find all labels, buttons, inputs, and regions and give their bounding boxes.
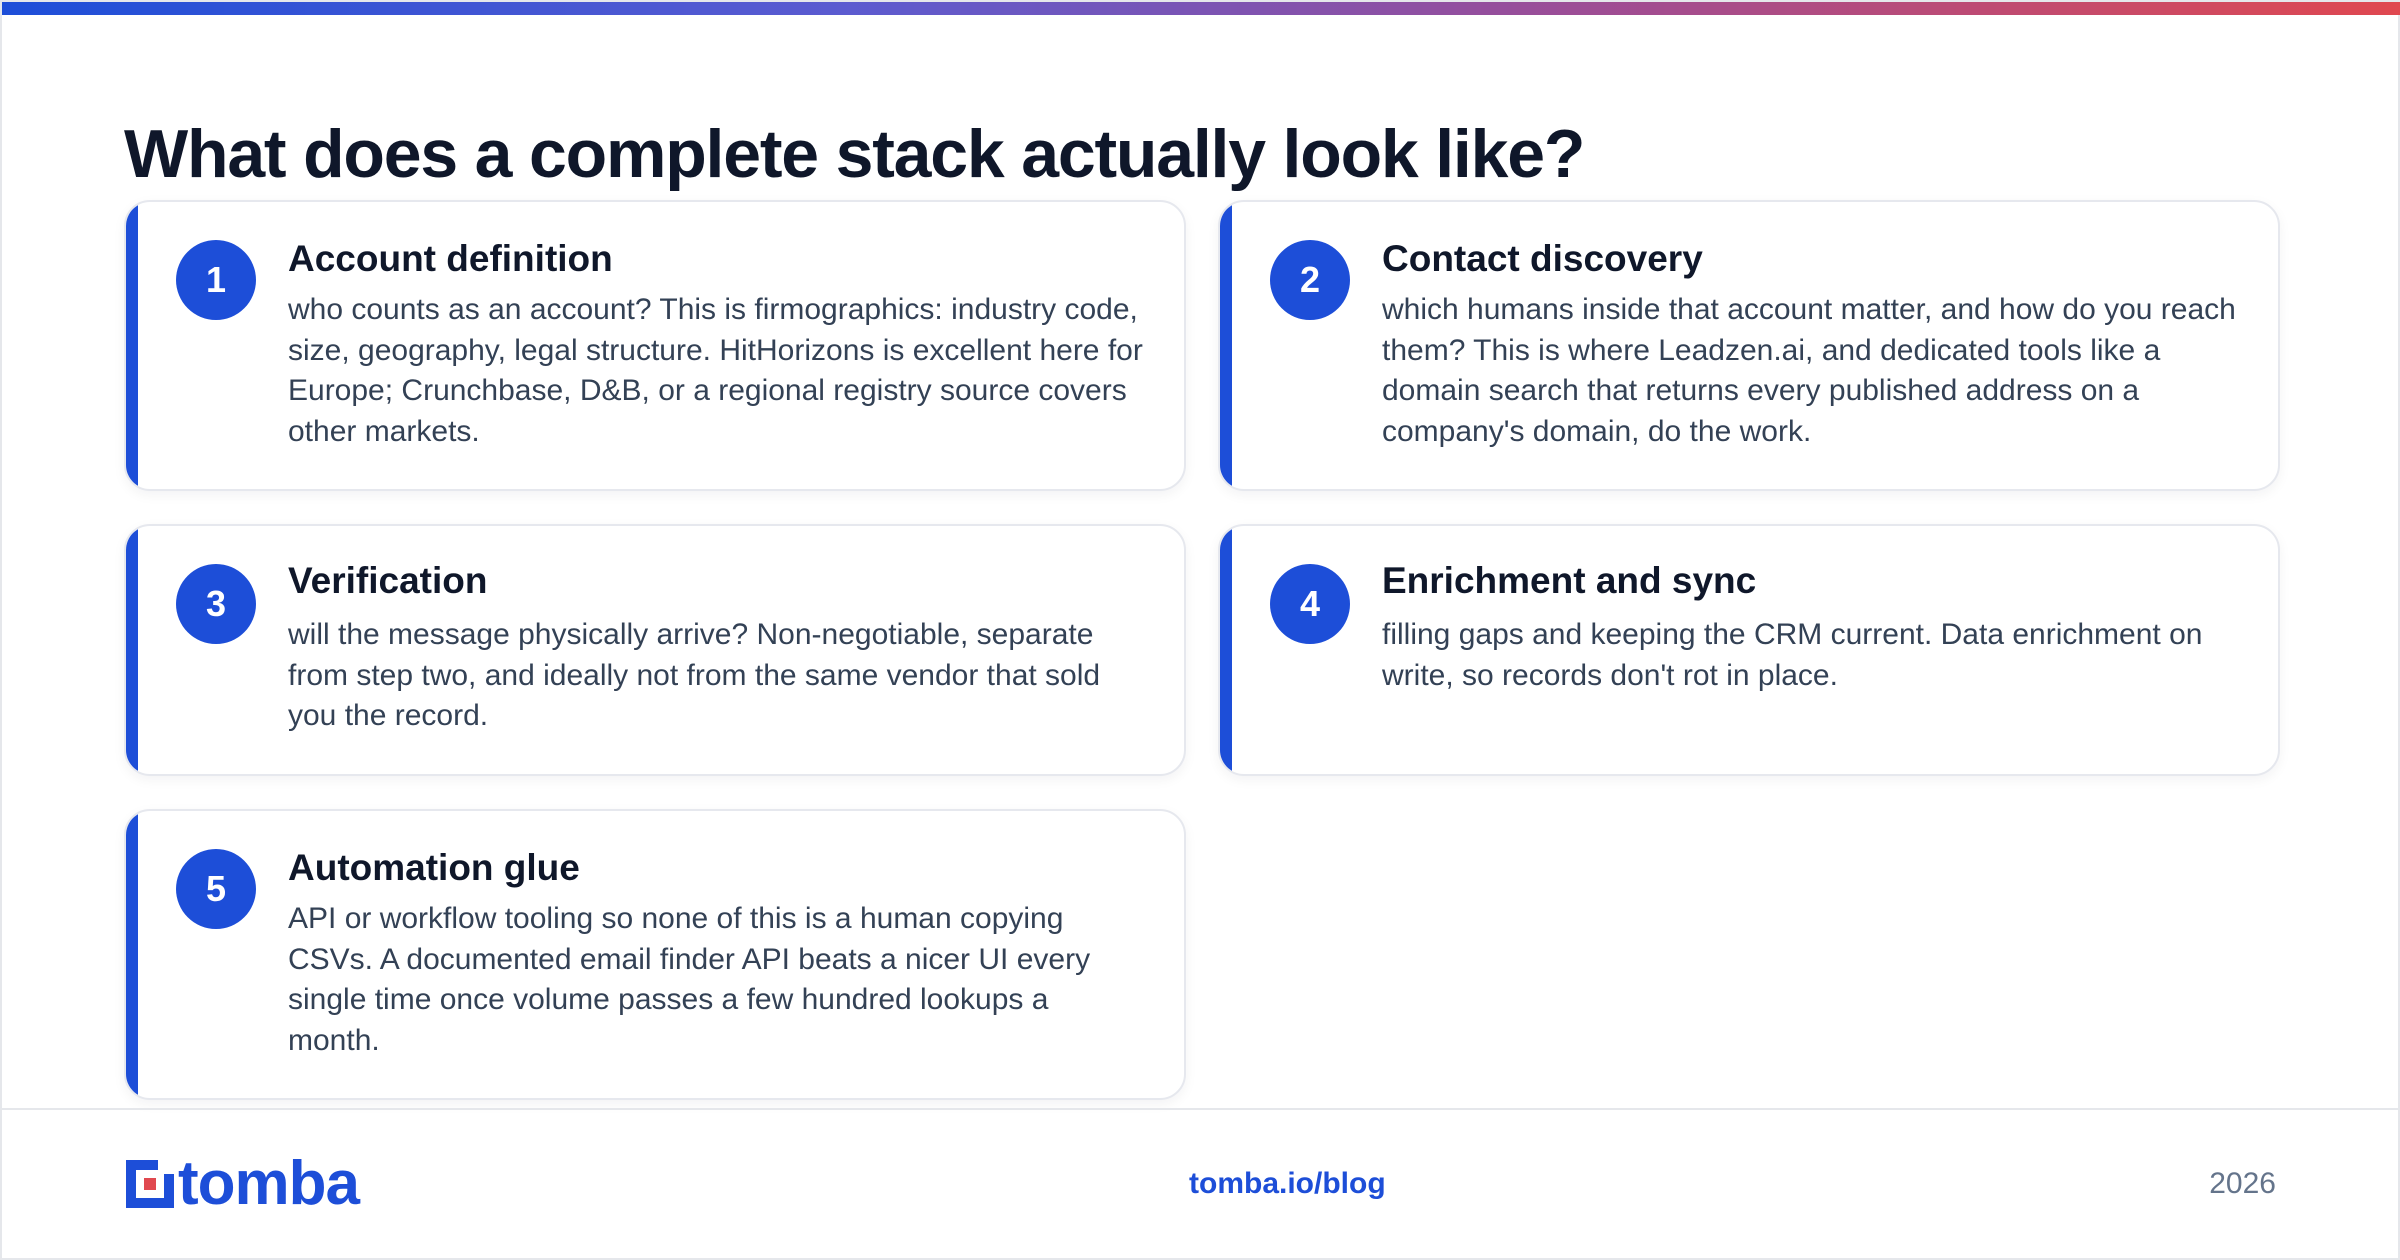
tomba-logo: tomba [124, 1149, 360, 1218]
card-verification: 3 Verification will the message physical… [124, 524, 1186, 776]
slide-frame: What does a complete stack actually look… [0, 0, 2400, 1260]
card-title: Automation glue [288, 847, 580, 888]
page-title: What does a complete stack actually look… [124, 116, 1585, 192]
step-number-badge: 4 [1270, 564, 1350, 644]
card-contact-discovery: 2 Contact discovery which humans inside … [1218, 200, 2280, 491]
card-automation-glue: 5 Automation glue API or workflow toolin… [124, 809, 1186, 1100]
card-body: will the message physically arrive? Non-… [288, 618, 1101, 732]
blog-link[interactable]: tomba.io/blog [1189, 1167, 1386, 1201]
tomba-logo-icon [126, 1160, 174, 1208]
step-number-badge: 5 [176, 849, 256, 929]
step-number-badge: 3 [176, 564, 256, 644]
footer-year: 2026 [2209, 1167, 2276, 1200]
top-gradient-bar [2, 2, 2400, 15]
step-number-badge: 2 [1270, 240, 1350, 320]
step-number-badge: 1 [176, 240, 256, 320]
card-account-definition: 1 Account definition who counts as an ac… [124, 200, 1186, 491]
card-title: Verification [288, 560, 488, 601]
card-body: filling gaps and keeping the CRM current… [1382, 618, 2203, 692]
logo-wordmark: tomba [178, 1149, 360, 1218]
card-title: Contact discovery [1382, 238, 1703, 279]
card-body: API or workflow tooling so none of this … [288, 902, 1091, 1057]
card-title: Enrichment and sync [1382, 560, 1757, 601]
card-body: who counts as an account? This is firmog… [288, 293, 1143, 448]
card-body: which humans inside that account matter,… [1382, 293, 2236, 448]
card-enrichment-and-sync: 4 Enrichment and sync filling gaps and k… [1218, 524, 2280, 776]
footer-divider [2, 1108, 2400, 1110]
card-title: Account definition [288, 238, 613, 279]
